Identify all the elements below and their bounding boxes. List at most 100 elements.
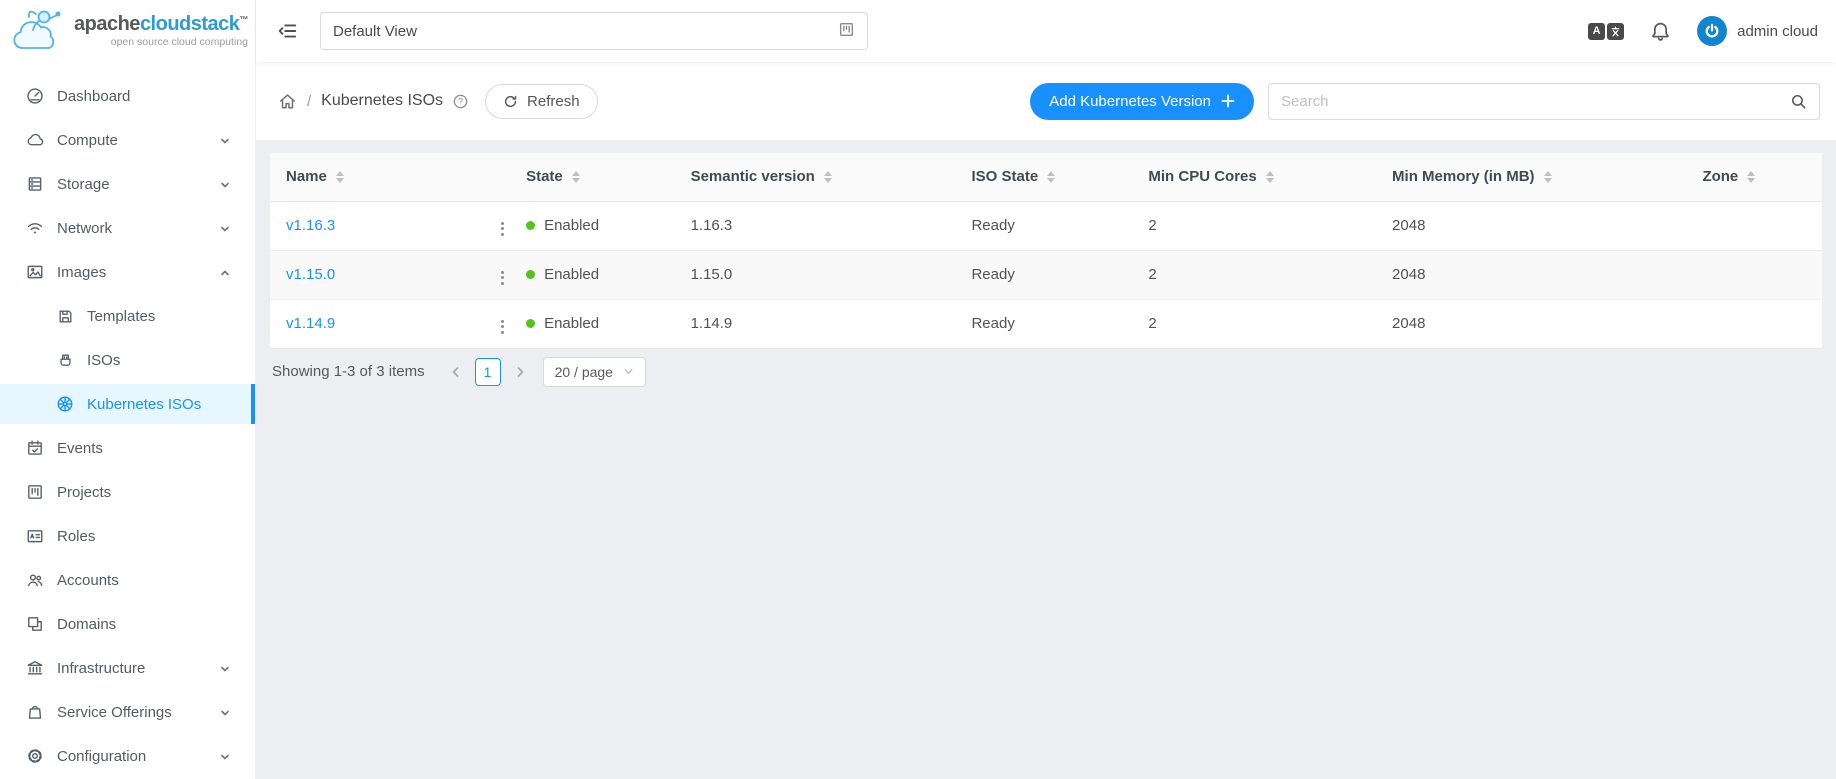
- plus-icon: [1221, 94, 1235, 108]
- sidebar-item-label: Domains: [57, 616, 231, 633]
- sidebar-item-label: Accounts: [57, 572, 231, 589]
- view-filter-select[interactable]: [320, 12, 868, 50]
- column-header-min-cpu-cores[interactable]: Min CPU Cores: [1148, 153, 1392, 201]
- project-icon: [838, 21, 855, 42]
- shopping-bag-icon: [26, 703, 44, 721]
- kubernetes-icon: [56, 395, 74, 413]
- chevron-down-icon: [219, 134, 231, 146]
- sidebar-item-images[interactable]: Images: [0, 252, 255, 292]
- sidebar-item-templates[interactable]: Templates: [0, 296, 255, 336]
- search-input[interactable]: [1281, 93, 1790, 110]
- sidebar-item-infrastructure[interactable]: Infrastructure: [0, 648, 255, 688]
- iso-state-value: Ready: [971, 201, 1148, 250]
- cloudstack-logo[interactable]: apachecloudstack™ open source cloud comp…: [0, 0, 255, 62]
- table-row: v1.14.9 Enabled 1.14.9 Ready 2 2048: [270, 299, 1822, 348]
- main-area: A admin cloud / Kubernetes ISOs: [256, 0, 1836, 779]
- sidebar-item-isos[interactable]: ISOs: [0, 340, 255, 380]
- iso-state-value: Ready: [971, 299, 1148, 348]
- sort-icon: [1747, 171, 1755, 183]
- view-filter-input[interactable]: [333, 23, 838, 40]
- cloud-icon: [26, 131, 44, 149]
- zone-value: [1702, 299, 1822, 348]
- sidebar-item-label: Events: [57, 440, 231, 457]
- translate-latin-icon: A: [1588, 23, 1605, 40]
- app-window: apachecloudstack™ open source cloud comp…: [0, 0, 1836, 779]
- sidebar-menu: Dashboard Compute Storage Network Images: [0, 62, 255, 776]
- row-actions-menu-icon[interactable]: [495, 316, 510, 338]
- sidebar-item-dashboard[interactable]: Dashboard: [0, 76, 255, 116]
- state-value: Enabled: [544, 266, 599, 283]
- home-icon[interactable]: [278, 92, 297, 111]
- sidebar-item-kubernetes-isos[interactable]: Kubernetes ISOs: [0, 384, 255, 424]
- pagination-page-1[interactable]: 1: [475, 358, 501, 386]
- content-area: Name State Semantic version ISO State Mi…: [256, 140, 1836, 779]
- column-header-min-memory[interactable]: Min Memory (in MB): [1392, 153, 1702, 201]
- semantic-version-value: 1.14.9: [691, 299, 972, 348]
- min-memory-value: 2048: [1392, 299, 1702, 348]
- table-row: v1.15.0 Enabled 1.15.0 Ready 2 2048: [270, 250, 1822, 299]
- bank-icon: [26, 659, 44, 677]
- kubernetes-isos-table: Name State Semantic version ISO State Mi…: [270, 153, 1822, 349]
- refresh-button[interactable]: Refresh: [485, 84, 598, 119]
- sidebar-item-storage[interactable]: Storage: [0, 164, 255, 204]
- zone-value: [1702, 201, 1822, 250]
- pagination-next-button[interactable]: [507, 358, 533, 386]
- search-icon[interactable]: [1790, 93, 1807, 110]
- sidebar-item-label: Storage: [57, 176, 219, 193]
- chevron-down-icon: [219, 706, 231, 718]
- dashboard-icon: [26, 87, 44, 105]
- sort-icon: [572, 171, 580, 183]
- version-name-link[interactable]: v1.15.0: [286, 266, 335, 283]
- sidebar-item-label: Configuration: [57, 748, 219, 765]
- sidebar-item-projects[interactable]: Projects: [0, 472, 255, 512]
- sidebar-item-compute[interactable]: Compute: [0, 120, 255, 160]
- sidebar-item-label: Network: [57, 220, 219, 237]
- column-header-state[interactable]: State: [526, 153, 691, 201]
- add-kubernetes-version-button[interactable]: Add Kubernetes Version: [1030, 83, 1254, 120]
- sidebar-item-network[interactable]: Network: [0, 208, 255, 248]
- sidebar-item-roles[interactable]: Roles: [0, 516, 255, 556]
- pagination-prev-button[interactable]: [443, 358, 469, 386]
- user-name: admin cloud: [1737, 23, 1818, 40]
- menu-fold-icon: [278, 21, 298, 41]
- chevron-down-icon: [219, 662, 231, 674]
- breadcrumb: / Kubernetes ISOs ? Refresh: [278, 84, 598, 119]
- status-enabled-dot: [526, 319, 535, 328]
- top-bar: A admin cloud: [256, 0, 1836, 62]
- user-menu[interactable]: admin cloud: [1697, 16, 1818, 46]
- sidebar-item-accounts[interactable]: Accounts: [0, 560, 255, 600]
- gear-icon: [26, 747, 44, 765]
- row-actions-menu-icon[interactable]: [495, 218, 510, 240]
- database-icon: [26, 175, 44, 193]
- sidebar-item-domains[interactable]: Domains: [0, 604, 255, 644]
- version-name-link[interactable]: v1.16.3: [286, 217, 335, 234]
- notifications-bell-icon[interactable]: [1650, 21, 1671, 42]
- sidebar-item-events[interactable]: Events: [0, 428, 255, 468]
- sidebar-item-configuration[interactable]: Configuration: [0, 736, 255, 776]
- sidebar-collapse-button[interactable]: [278, 20, 300, 42]
- status-enabled-dot: [526, 270, 535, 279]
- min-cpu-value: 2: [1148, 299, 1392, 348]
- sidebar-item-label: Service Offerings: [57, 704, 219, 721]
- sidebar-item-label: Projects: [57, 484, 231, 501]
- column-header-name[interactable]: Name: [270, 153, 495, 201]
- chevron-up-icon: [219, 266, 231, 278]
- language-switch-button[interactable]: A: [1588, 23, 1624, 40]
- row-actions-menu-icon[interactable]: [495, 267, 510, 289]
- sidebar-item-label: Kubernetes ISOs: [87, 396, 231, 413]
- sidebar-item-service-offerings[interactable]: Service Offerings: [0, 692, 255, 732]
- help-question-circle-icon[interactable]: ?: [452, 93, 469, 110]
- iso-state-value: Ready: [971, 250, 1148, 299]
- calendar-check-icon: [26, 439, 44, 457]
- column-header-iso-state[interactable]: ISO State: [971, 153, 1148, 201]
- page-size-select[interactable]: 20 / page: [543, 357, 646, 387]
- usb-icon: [56, 351, 74, 369]
- column-header-zone[interactable]: Zone: [1702, 153, 1822, 201]
- team-icon: [26, 571, 44, 589]
- table-header-row: Name State Semantic version ISO State Mi…: [270, 153, 1822, 201]
- sort-icon: [336, 171, 344, 183]
- chevron-right-icon: [514, 366, 526, 378]
- version-name-link[interactable]: v1.14.9: [286, 315, 335, 332]
- sort-icon: [1047, 171, 1055, 183]
- column-header-semantic-version[interactable]: Semantic version: [691, 153, 972, 201]
